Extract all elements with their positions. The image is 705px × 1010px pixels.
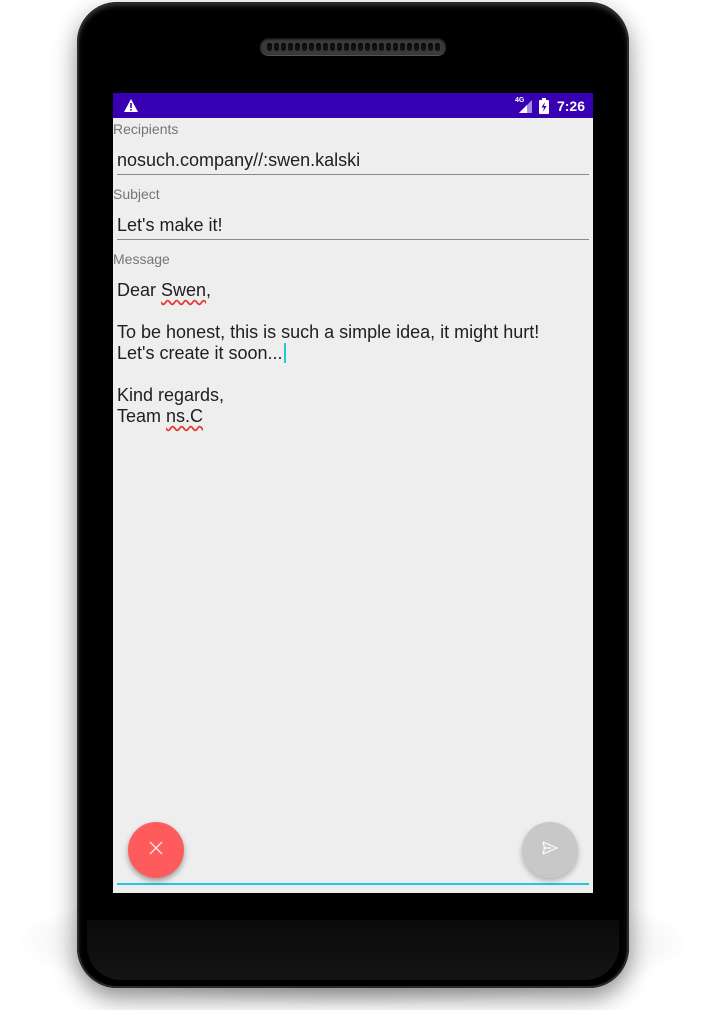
send-icon: [542, 840, 558, 860]
message-line: Dear Swen,: [117, 280, 587, 301]
message-input[interactable]: Dear Swen, To be honest, this is such a …: [117, 280, 587, 427]
battery-charging-icon: [538, 97, 549, 114]
earpiece-speaker: [260, 38, 446, 55]
discard-button[interactable]: [128, 822, 184, 878]
app-screen: 4G 7:26 Recipients nosuch.company//:swen…: [113, 93, 593, 893]
message-line: Let's create it soon...: [117, 343, 587, 364]
device-mockup: 4G 7:26 Recipients nosuch.company//:swen…: [0, 0, 705, 1010]
send-button[interactable]: [522, 822, 578, 878]
message-text: Dear: [117, 280, 162, 300]
close-icon: [148, 840, 164, 861]
status-bar: 4G 7:26: [113, 93, 593, 118]
message-text: ,: [206, 280, 212, 300]
message-text: Team: [117, 406, 167, 426]
message-line: To be honest, this is such a simple idea…: [117, 322, 540, 342]
message-line: Team ns.C: [117, 406, 587, 427]
recipients-label: Recipients: [113, 121, 179, 137]
message-underline: [117, 883, 589, 885]
status-indicators: 4G 7:26: [515, 93, 585, 118]
phone-chin: [87, 920, 619, 980]
misspelled-word: Swen: [161, 280, 207, 300]
subject-label: Subject: [113, 186, 160, 202]
recipients-input[interactable]: nosuch.company//:swen.kalski: [117, 150, 360, 171]
message-text: Let's create it soon...: [117, 343, 283, 363]
subject-underline: [117, 239, 589, 240]
message-line: Kind regards,: [117, 385, 225, 405]
cell-signal-icon: 4G: [515, 97, 533, 114]
text-cursor: [283, 343, 286, 363]
message-label: Message: [113, 251, 170, 267]
warning-icon: [123, 98, 139, 113]
subject-input[interactable]: Let's make it!: [117, 215, 222, 236]
status-clock: 7:26: [556, 97, 585, 114]
misspelled-word: ns.C: [166, 406, 204, 426]
recipients-underline: [117, 174, 589, 175]
